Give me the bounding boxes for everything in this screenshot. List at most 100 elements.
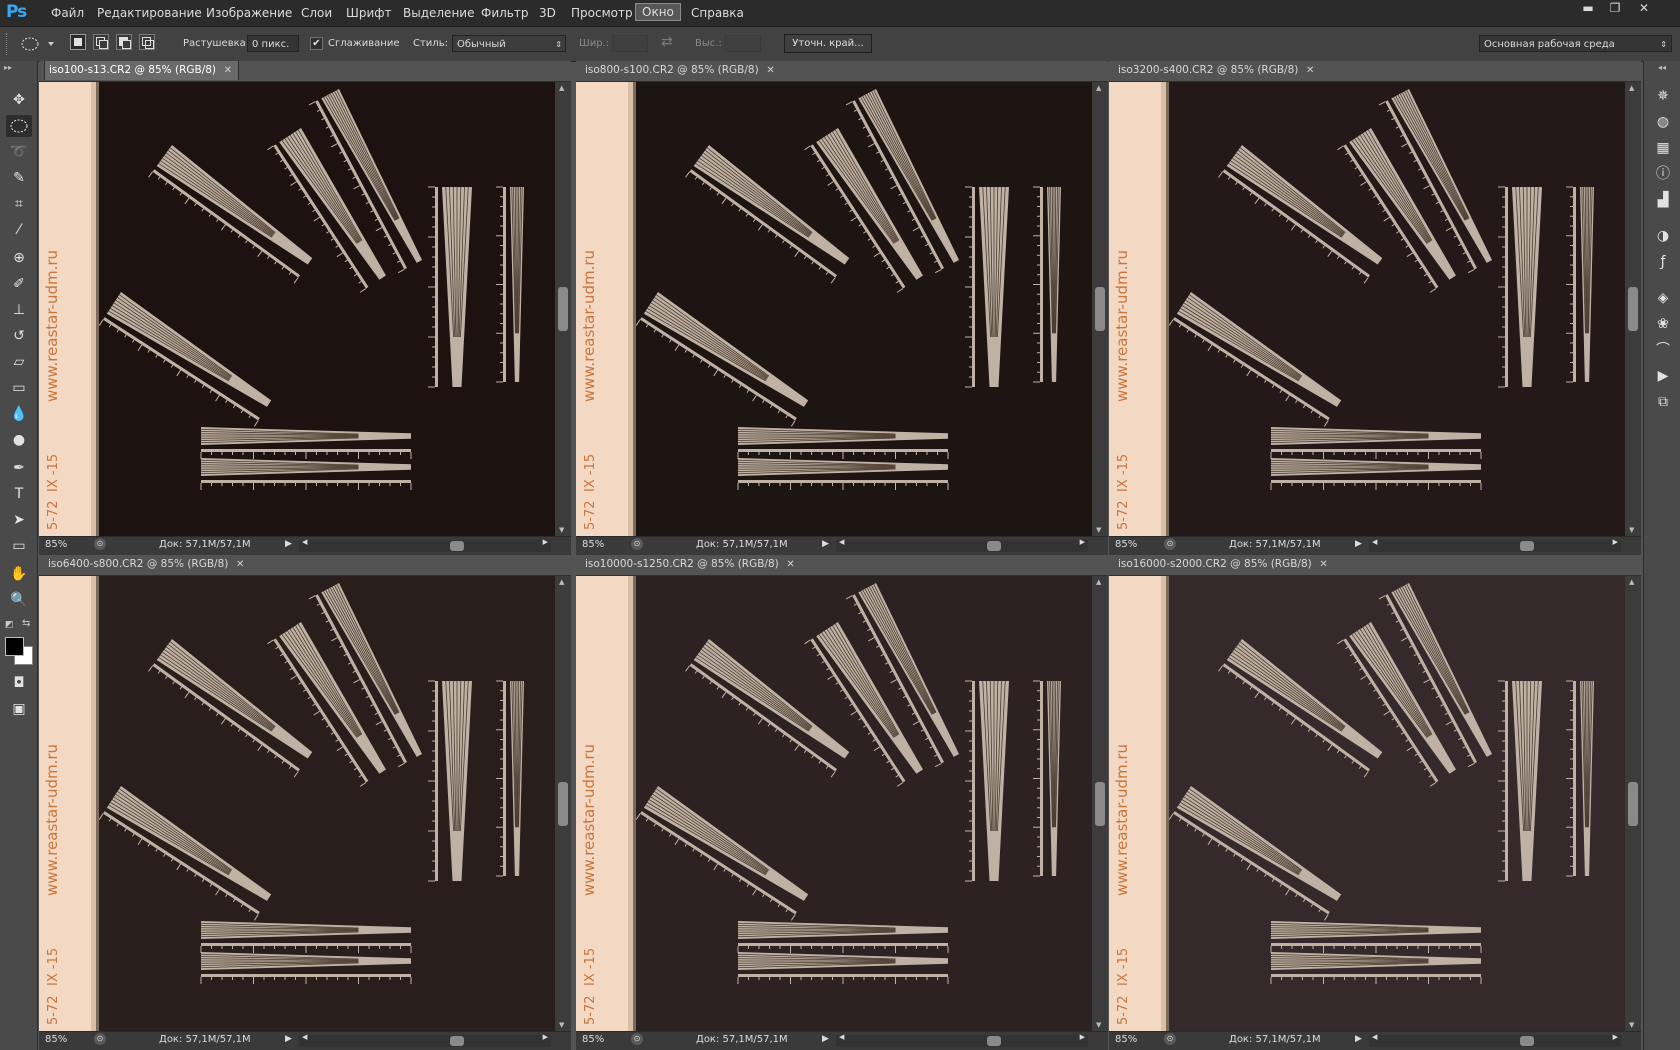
antialias-checkbox[interactable]: ✔ (310, 37, 323, 50)
brush-tool-icon[interactable]: ✐ (6, 273, 32, 295)
zoom-level[interactable]: 85% (582, 1034, 604, 1045)
history-icon[interactable]: ⧉ (1652, 391, 1674, 413)
scroll-down-icon[interactable]: ▼ (1096, 526, 1101, 534)
vertical-scrollbar[interactable]: ▲ ▼ (1092, 82, 1108, 536)
document-tab[interactable]: iso3200-s400.CR2 @ 85% (RGB/8) ✕ (1109, 61, 1641, 82)
eyedropper-tool-icon[interactable]: ⁄ (6, 219, 32, 241)
collapse-panel-icon[interactable]: ▸▸ (4, 63, 12, 72)
close-tab-icon[interactable]: ✕ (766, 61, 774, 80)
scroll-thumb[interactable] (1628, 287, 1638, 331)
menu-item[interactable]: Выделение (398, 5, 479, 21)
close-tab-icon[interactable]: ✕ (1306, 61, 1314, 80)
scroll-right-icon[interactable]: ▶ (1613, 1033, 1618, 1041)
swap-width-height-icon[interactable]: ⇄ (661, 34, 673, 50)
width-input[interactable] (612, 35, 648, 52)
spot-healing-tool-icon[interactable]: ⊕ (6, 247, 32, 269)
close-tab-icon[interactable]: ✕ (1319, 555, 1327, 574)
zoom-level[interactable]: 85% (45, 539, 67, 550)
horizontal-scrollbar[interactable]: ◀ ▶ (1369, 1033, 1621, 1047)
scroll-thumb[interactable] (1095, 781, 1105, 826)
scroll-up-icon[interactable]: ▲ (1096, 578, 1101, 586)
horizontal-scrollbar[interactable]: ◀ ▶ (299, 1033, 551, 1047)
scroll-right-icon[interactable]: ▶ (1613, 538, 1618, 546)
menu-item[interactable]: Справка (686, 5, 749, 21)
clone-stamp-tool-icon[interactable]: ⊥ (6, 299, 32, 321)
rectangle-tool-icon[interactable]: ▭ (6, 535, 32, 557)
blur-tool-icon[interactable]: 💧 (6, 403, 32, 425)
document-window[interactable]: iso10000-s1250.CR2 @ 85% (RGB/8) ✕ www.rea… (576, 555, 1108, 1050)
status-info-icon[interactable]: ⊙ (1164, 1033, 1176, 1045)
horizontal-scrollbar[interactable]: ◀ ▶ (836, 538, 1088, 552)
status-info-icon[interactable]: ⊙ (94, 1033, 106, 1045)
workspace-select[interactable]: Основная рабочая среда ⇕ (1479, 35, 1672, 52)
status-menu-arrow-icon[interactable]: ▶ (822, 539, 829, 549)
refine-edge-button[interactable]: Уточн. край... (784, 34, 872, 53)
scroll-thumb[interactable] (450, 541, 465, 551)
image-canvas[interactable]: www.reastar-udm.ru IX -15 5-72 (576, 82, 1092, 536)
scroll-left-icon[interactable]: ◀ (1372, 1033, 1377, 1041)
paths-icon[interactable]: ⌒ (1652, 339, 1674, 361)
menu-item[interactable]: Шрифт (341, 5, 397, 21)
histogram-icon[interactable]: ▟ (1652, 189, 1674, 211)
screen-mode-icon[interactable]: ▣ (6, 698, 32, 720)
scroll-up-icon[interactable]: ▲ (559, 84, 564, 92)
zoom-level[interactable]: 85% (582, 539, 604, 550)
scroll-down-icon[interactable]: ▼ (1629, 526, 1634, 534)
vertical-scrollbar[interactable]: ▲ ▼ (555, 82, 571, 536)
image-canvas[interactable]: www.reastar-udm.ru IX -15 5-72 (1109, 82, 1625, 536)
image-canvas[interactable]: www.reastar-udm.ru IX -15 5-72 (576, 576, 1092, 1031)
quick-selection-tool-icon[interactable]: ✎ (6, 167, 32, 189)
subtract-from-selection-button[interactable] (116, 34, 132, 50)
dodge-tool-icon[interactable]: ● (6, 429, 32, 451)
lasso-tool-icon[interactable]: ➰ (6, 141, 32, 163)
zoom-level[interactable]: 85% (1115, 539, 1137, 550)
zoom-level[interactable]: 85% (1115, 1034, 1137, 1045)
document-window[interactable]: iso6400-s800.CR2 @ 85% (RGB/8) ✕ www.reast… (39, 555, 571, 1050)
scroll-right-icon[interactable]: ▶ (1080, 1033, 1085, 1041)
scroll-thumb[interactable] (987, 1036, 1002, 1046)
scroll-down-icon[interactable]: ▼ (559, 526, 564, 534)
scroll-thumb[interactable] (1520, 541, 1535, 551)
vertical-scrollbar[interactable]: ▲ ▼ (555, 576, 571, 1031)
status-menu-arrow-icon[interactable]: ▶ (285, 1034, 292, 1044)
menu-item[interactable]: Окно (635, 3, 681, 21)
menu-item[interactable]: Слои (296, 5, 337, 21)
new-selection-button[interactable] (70, 34, 86, 50)
expand-panels-icon[interactable]: ◂◂ (1658, 63, 1666, 72)
info-icon[interactable]: ⓘ (1652, 163, 1674, 185)
scroll-thumb[interactable] (558, 781, 568, 826)
minimize-button[interactable]: ▬ (1576, 1, 1600, 15)
menu-item[interactable]: Изображение (201, 5, 297, 21)
vertical-scrollbar[interactable]: ▲ ▼ (1092, 576, 1108, 1031)
menu-item[interactable]: 3D (534, 5, 561, 21)
document-window[interactable]: iso800-s100.CR2 @ 85% (RGB/8) ✕ www.reasta… (576, 61, 1108, 555)
scroll-left-icon[interactable]: ◀ (302, 1033, 307, 1041)
scroll-thumb[interactable] (1520, 1036, 1535, 1046)
navigator-icon[interactable]: ✵ (1652, 85, 1674, 107)
marquee-preset-picker[interactable] (20, 36, 56, 55)
menu-item[interactable]: Редактирование (92, 5, 207, 21)
pen-tool-icon[interactable]: ✒ (6, 457, 32, 479)
status-info-icon[interactable]: ⊙ (94, 538, 106, 550)
vertical-scrollbar[interactable]: ▲ ▼ (1625, 576, 1641, 1031)
feather-input[interactable]: 0 пикс. (247, 35, 299, 52)
status-menu-arrow-icon[interactable]: ▶ (1355, 1034, 1362, 1044)
document-tab[interactable]: iso100-s13.CR2 @ 85% (RGB/8) ✕ (39, 61, 571, 82)
document-tab[interactable]: iso800-s100.CR2 @ 85% (RGB/8) ✕ (576, 61, 1108, 82)
scroll-left-icon[interactable]: ◀ (302, 538, 307, 546)
scroll-up-icon[interactable]: ▲ (1629, 578, 1634, 586)
move-tool-icon[interactable]: ✥ (6, 89, 32, 111)
add-to-selection-button[interactable] (93, 34, 109, 50)
status-info-icon[interactable]: ⊙ (1164, 538, 1176, 550)
scroll-up-icon[interactable]: ▲ (559, 578, 564, 586)
menu-item[interactable]: Файл (46, 5, 89, 21)
status-menu-arrow-icon[interactable]: ▶ (1355, 539, 1362, 549)
status-info-icon[interactable]: ⊙ (631, 1033, 643, 1045)
scroll-left-icon[interactable]: ◀ (839, 1033, 844, 1041)
close-tab-icon[interactable]: ✕ (224, 61, 232, 80)
close-tab-icon[interactable]: ✕ (236, 555, 244, 574)
menu-item[interactable]: Просмотр (566, 5, 638, 21)
zoom-level[interactable]: 85% (45, 1034, 67, 1045)
status-menu-arrow-icon[interactable]: ▶ (822, 1034, 829, 1044)
horizontal-scrollbar[interactable]: ◀ ▶ (836, 1033, 1088, 1047)
